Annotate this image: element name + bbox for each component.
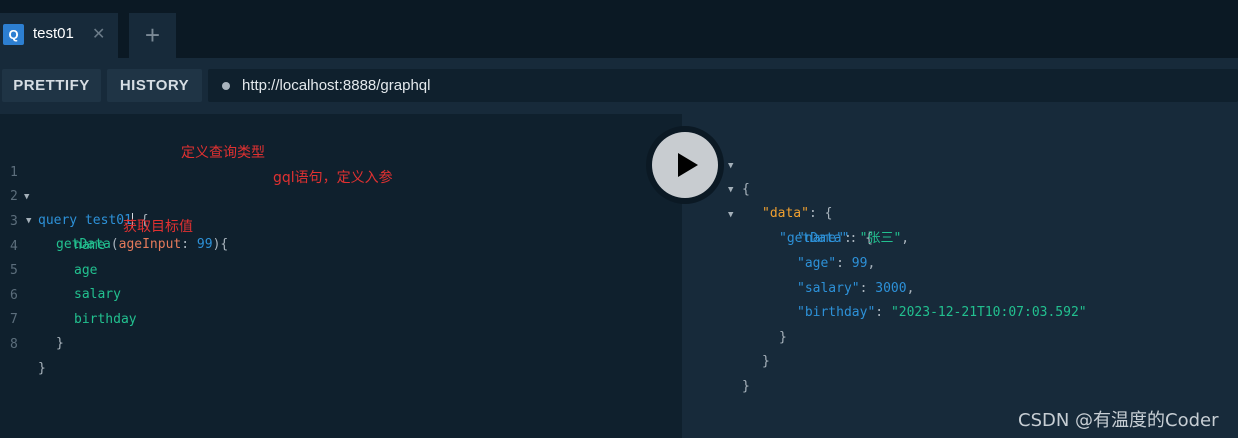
tab-test01[interactable]: Q test01 ✕ [0, 13, 118, 58]
code-line: 1 ▼ query test01 { [0, 137, 682, 228]
result-line: "birthday": "2023-12-21T10:07:03.592" [682, 277, 1238, 320]
result-line: } [682, 351, 1238, 394]
prettify-button[interactable]: PRETTIFY [2, 69, 101, 102]
brace: } [742, 379, 750, 394]
plus-icon[interactable]: + [129, 13, 176, 58]
toolbar: PRETTIFY HISTORY http://localhost:8888/g… [0, 58, 1238, 114]
endpoint-url-text: http://localhost:8888/graphql [242, 77, 431, 94]
code-line: 3 name [0, 186, 682, 253]
history-button[interactable]: HISTORY [107, 69, 202, 102]
code-line: 5 salary [0, 235, 682, 302]
query-editor[interactable]: 1 ▼ query test01 { 定义查询类型 2 ▼ getData(ag… [0, 114, 682, 438]
annotation-note: 定义查询类型 [181, 145, 265, 161]
result-viewer[interactable]: ▼ { ▼ "data": { ▼ "getData": { "name": "… [682, 114, 1238, 438]
play-icon [678, 153, 698, 177]
code-line: 7 } [0, 284, 682, 351]
result-line: ▼ { [682, 130, 1238, 197]
brace: } [56, 336, 64, 351]
annotation-note: 获取目标值 [123, 219, 193, 235]
play-button-face [652, 132, 718, 198]
line-number: 8 [10, 337, 18, 352]
result-line: "name": "张三", [682, 203, 1238, 246]
close-icon[interactable]: ✕ [92, 24, 105, 44]
execute-query-button[interactable] [646, 126, 724, 204]
endpoint-url-input[interactable]: http://localhost:8888/graphql [208, 69, 1238, 102]
result-line: } [682, 302, 1238, 345]
tab-bar: Q test01 ✕ + [0, 0, 1238, 58]
annotation-note: gql语句，定义入参 [273, 170, 393, 186]
query-badge-icon: Q [3, 24, 24, 45]
tab-label: test01 [33, 25, 74, 42]
code-line: 4 age [0, 211, 682, 278]
watermark: CSDN @有温度的Coder [1018, 410, 1219, 431]
brace: } [38, 361, 46, 376]
code-line: 8 } [0, 309, 682, 376]
status-dot-icon [222, 82, 230, 90]
code-line: 6 birthday [0, 260, 682, 327]
result-line: "age": 99, [682, 228, 1238, 271]
result-line: "salary": 3000, [682, 253, 1238, 296]
result-line: ▼ "getData": { [682, 179, 1238, 246]
result-line: } [682, 326, 1238, 369]
result-line: ▼ "data": { [682, 154, 1238, 221]
